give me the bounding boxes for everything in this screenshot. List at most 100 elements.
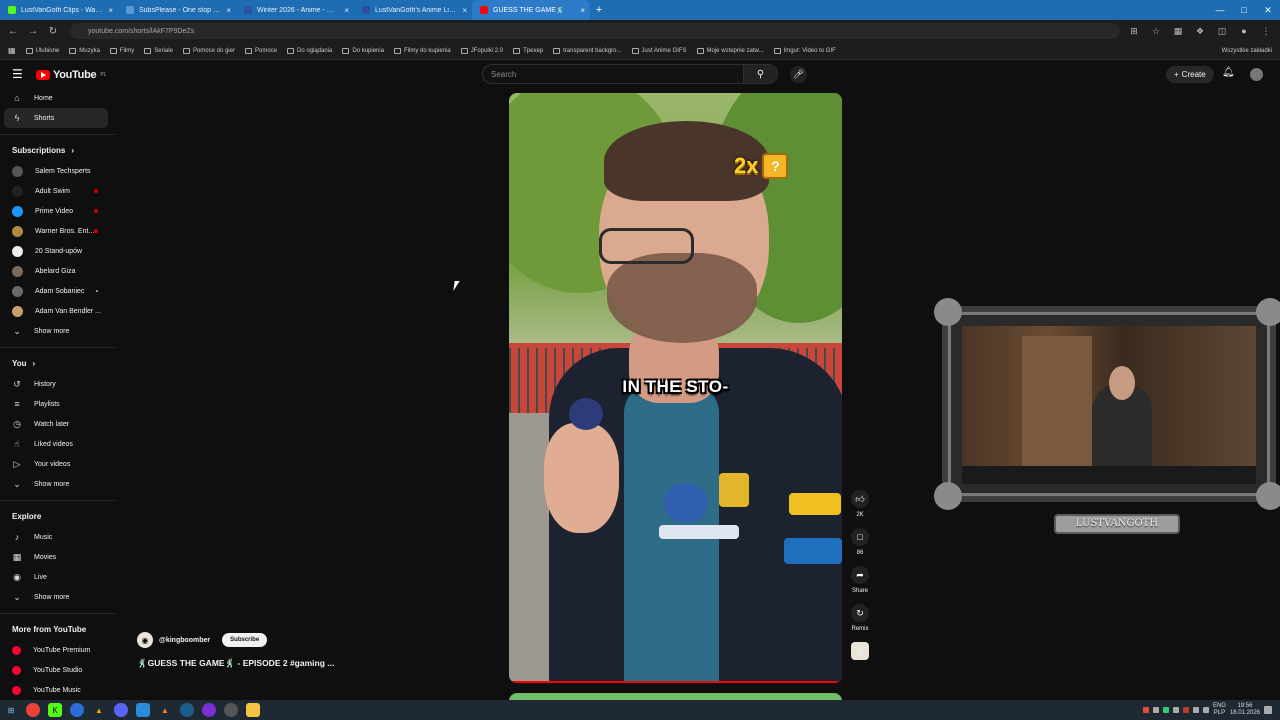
subscriptions-heading[interactable]: Subscriptions › (0, 139, 115, 161)
more-from-youtube-item[interactable]: YouTube Premium (0, 640, 115, 660)
extensions-puzzle-icon[interactable]: ❖ (1192, 26, 1208, 37)
search-button[interactable]: ⚲ (743, 65, 777, 83)
sidebar-item-shorts[interactable]: ϟ Shorts (4, 108, 108, 128)
short-video-player[interactable]: 2x ? IN THE STO- (509, 93, 842, 683)
bookmark-item[interactable]: transparent backgro... (553, 47, 622, 54)
tray-icon[interactable] (1142, 707, 1149, 713)
url-field[interactable]: youtube.com/shorts/lAkF7P9DeZs (70, 23, 1120, 39)
search-box[interactable]: Search ⚲ (482, 64, 778, 84)
subscription-item[interactable]: Adam Van Bendler ... (0, 301, 115, 321)
bookmark-item[interactable]: Seriale (144, 47, 173, 54)
minimize-icon[interactable]: — (1208, 5, 1232, 15)
bookmark-item[interactable]: Moje wstepnie zatw... (696, 47, 764, 54)
hamburger-menu-icon[interactable]: ☰ (12, 68, 23, 80)
extension-icon[interactable]: ▦ (1170, 26, 1186, 37)
close-tab-icon[interactable]: × (462, 6, 467, 15)
subscription-item[interactable]: Warner Bros. Ent... (0, 221, 115, 241)
sidebar-item-home[interactable]: ⌂ Home (0, 88, 115, 108)
forward-icon[interactable]: → (26, 26, 40, 37)
sidebar-item-movies[interactable]: ▦ Movies (0, 547, 115, 567)
channel-avatar[interactable]: ◉ (137, 632, 153, 648)
search-input[interactable]: Search (483, 70, 743, 79)
chrome-icon[interactable] (26, 703, 40, 717)
close-window-icon[interactable]: ✕ (1256, 5, 1280, 16)
reload-icon[interactable]: ↻ (46, 26, 60, 37)
bookmark-item[interactable]: Imgur: Video to GIF (773, 47, 836, 54)
close-tab-icon[interactable]: × (344, 6, 349, 15)
subscription-item[interactable]: Adult Swim (0, 181, 115, 201)
sound-action[interactable]: 💰︎ (846, 642, 874, 660)
install-icon[interactable]: ⊞ (1126, 26, 1142, 37)
steam-icon[interactable] (180, 703, 194, 717)
close-tab-icon[interactable]: × (108, 6, 113, 15)
browser-tab[interactable]: Winter 2026 - Anime - MyAnim × (236, 0, 354, 20)
back-icon[interactable]: ← (6, 26, 20, 37)
profile-icon[interactable]: ● (1236, 26, 1252, 36)
more-from-youtube-item[interactable]: YouTube Studio (0, 660, 115, 680)
subscription-item[interactable]: Abelard Giza (0, 261, 115, 281)
voice-search-button[interactable]: 🎤︎ (790, 66, 807, 83)
bookmark-item[interactable]: Tpexep (513, 47, 543, 54)
more-from-youtube-item[interactable]: YouTube Music (0, 680, 115, 700)
share-icon[interactable]: ➦ (851, 566, 869, 584)
tray-icon[interactable] (1192, 707, 1199, 713)
bookmark-item[interactable]: Just Anime GIFS (631, 47, 687, 54)
notifications-icon[interactable] (1264, 706, 1272, 714)
bookmark-item[interactable]: Filmy (109, 47, 134, 54)
subscribe-button[interactable]: Subscribe (222, 633, 268, 647)
browser-tab[interactable]: SubsPlease - One stop shop for × (118, 0, 236, 20)
bookmark-star-icon[interactable]: ☆ (1148, 26, 1164, 37)
close-tab-icon[interactable]: × (226, 6, 231, 15)
youtube-logo[interactable]: YouTube PL (36, 69, 106, 81)
video-progress-bar[interactable] (509, 681, 842, 683)
browser-menu-icon[interactable]: ⋮ (1258, 26, 1274, 37)
show-more-you[interactable]: ⌄ Show more (0, 474, 115, 494)
notifications-bell-icon[interactable]: 🔔︎ (1222, 67, 1235, 78)
channel-name[interactable]: @kingboomber (159, 637, 210, 644)
comment-icon[interactable]: □ (851, 528, 869, 546)
sidebar-item-music[interactable]: ♪ Music (0, 527, 115, 547)
like-action[interactable]: 👍︎ 2K (846, 490, 874, 518)
share-action[interactable]: ➦ Share (846, 566, 874, 594)
close-tab-icon[interactable]: × (580, 6, 585, 15)
account-avatar[interactable] (1250, 68, 1263, 81)
you-heading[interactable]: You › (0, 352, 115, 374)
apps-icon[interactable]: ▦ (8, 46, 16, 55)
browser-icon[interactable] (70, 703, 84, 717)
sidebar-item-liked-videos[interactable]: ☝ Liked videos (0, 434, 115, 454)
channel-sound-icon[interactable]: 💰︎ (851, 642, 869, 660)
app-icon[interactable] (202, 703, 216, 717)
tray-icon[interactable] (1182, 707, 1189, 713)
sidebar-item-playlists[interactable]: ≡ Playlists (0, 394, 115, 414)
tray-icon[interactable] (1152, 707, 1159, 713)
discord-icon[interactable] (114, 703, 128, 717)
sidebar-item-live[interactable]: ◉ Live (0, 567, 115, 587)
bookmark-item[interactable]: Do kupienia (342, 47, 384, 54)
subscription-item[interactable]: 20 Stand-upów (0, 241, 115, 261)
folder-icon[interactable] (246, 703, 260, 717)
bookmark-item[interactable]: Ulubione (25, 47, 59, 54)
store-icon[interactable] (136, 703, 150, 717)
create-button[interactable]: + Create (1166, 66, 1214, 83)
bookmark-item[interactable]: Pomoce do gier (182, 47, 235, 54)
subscription-item[interactable]: Salem Techsperts (0, 161, 115, 181)
tray-icon[interactable] (1162, 707, 1169, 713)
sidebar-icon[interactable]: ◫ (1214, 26, 1230, 37)
short-title[interactable]: 🕺GUESS THE GAME🕺 - EPISODE 2 #gaming ... (137, 658, 334, 669)
sidebar-item-your-videos[interactable]: ▷ Your videos (0, 454, 115, 474)
browser-tab[interactable]: GUESS THE GAME🕺 × (472, 0, 590, 20)
cone-icon[interactable]: ▲ (158, 703, 172, 717)
subscription-item[interactable]: Adam Sobaniec (0, 281, 115, 301)
tray-icon[interactable] (1172, 707, 1179, 713)
new-tab-button[interactable]: + (590, 4, 608, 16)
bookmark-item[interactable]: Pomoce (244, 47, 277, 54)
bookmark-item[interactable]: JFopulki 2.0 (460, 47, 503, 54)
browser-tab[interactable]: LustVanGoth's Anime List - My × (354, 0, 472, 20)
bookmark-item[interactable]: Do oglądania (287, 47, 332, 54)
show-more-subscriptions[interactable]: ⌄ Show more (0, 321, 115, 341)
remix-icon[interactable]: ↻ (851, 604, 869, 622)
kick-icon[interactable]: K (48, 703, 62, 717)
sidebar-item-history[interactable]: ↺ History (0, 374, 115, 394)
comment-action[interactable]: □ 86 (846, 528, 874, 556)
clock[interactable]: 19:56 18.01.2026 (1230, 703, 1260, 717)
